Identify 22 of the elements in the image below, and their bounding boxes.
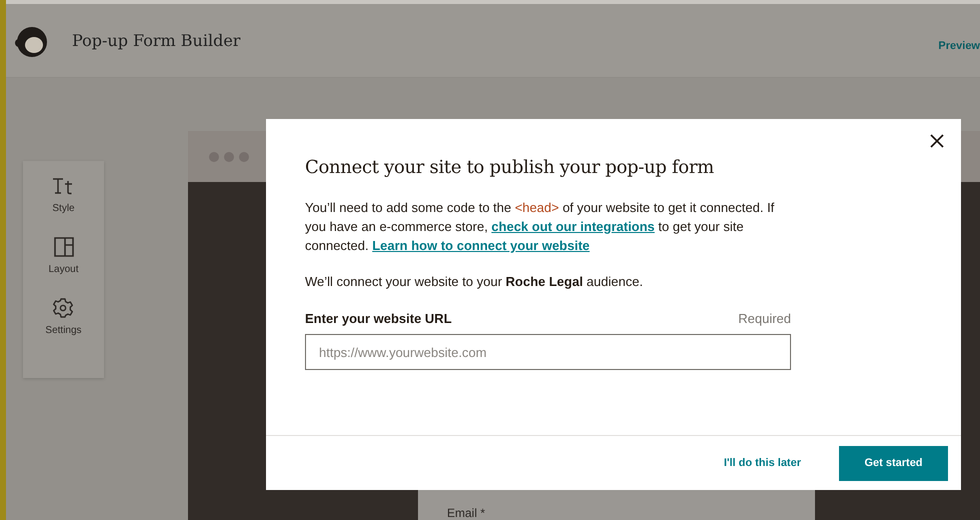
- field-label: Email *: [447, 506, 486, 520]
- sidebar-item[interactable]: Settings: [45, 297, 82, 336]
- field-label: Enter your website URL: [305, 311, 452, 326]
- required-hint: Required: [738, 311, 791, 326]
- app-title: Pop-up Form Builder: [72, 31, 242, 50]
- help-link[interactable]: check out our integrations: [491, 219, 655, 234]
- close-icon[interactable]: [929, 133, 945, 149]
- window-dot-icon: [239, 152, 249, 162]
- preview-link[interactable]: Preview: [938, 40, 980, 52]
- window-dot-icon: [209, 152, 219, 162]
- sidebar-item[interactable]: Style: [52, 175, 75, 214]
- dialog-title: Connect your site to publish your pop-up form: [305, 157, 715, 178]
- help-link[interactable]: Learn how to connect your website: [372, 238, 590, 253]
- url-input-field[interactable]: https://www.yourwebsite.com: [305, 334, 791, 370]
- intro-paragraph: You’ll need to add some code to the <head> of your website to get it connected. If you have an e-commerce store, check out our integrations to get your site connected. Learn how to connect your website: [305, 199, 776, 255]
- window-dot-icon: [224, 152, 234, 162]
- layout-icon: [52, 236, 74, 258]
- settings-icon: [52, 297, 74, 319]
- sidebar-item[interactable]: Layout: [48, 236, 79, 275]
- audience-note: We’ll connect your website to your Roche Legal audience.: [305, 274, 644, 289]
- get-started-button[interactable]: Get started: [839, 446, 948, 480]
- later-button[interactable]: I'll do this later: [724, 457, 801, 469]
